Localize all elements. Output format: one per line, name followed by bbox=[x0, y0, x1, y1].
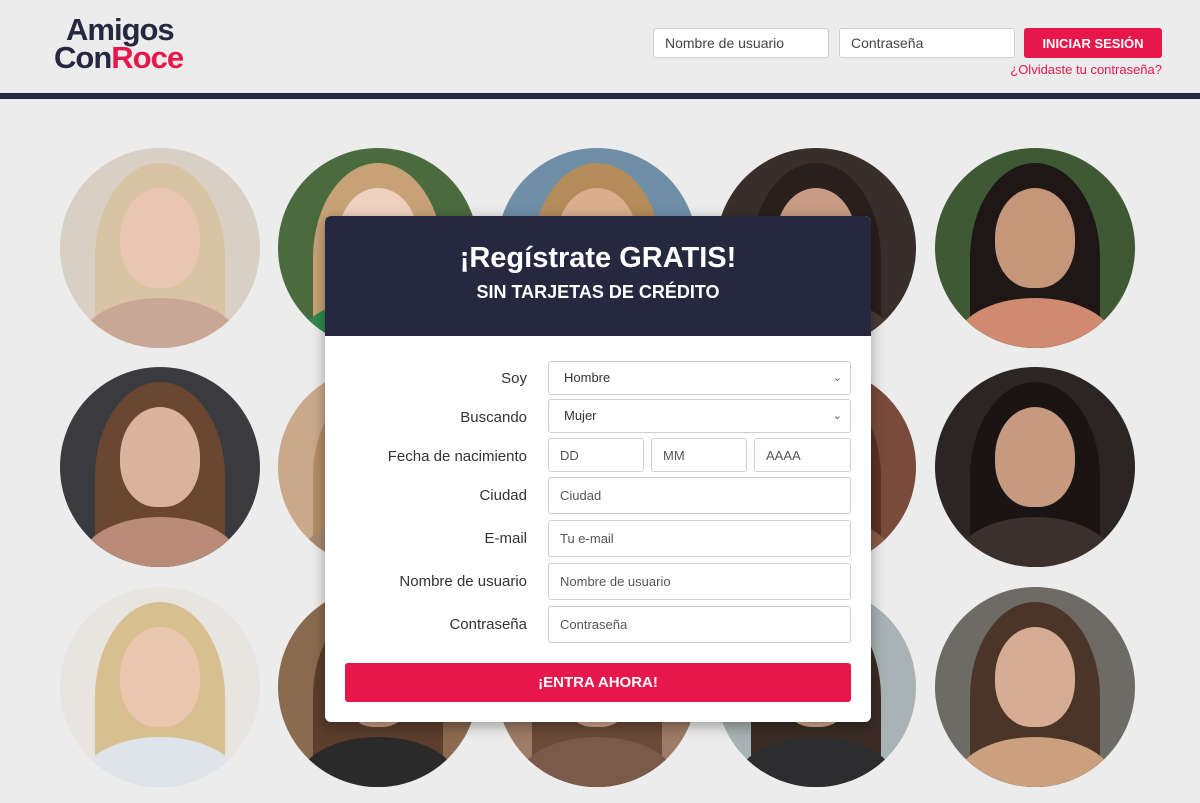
email-input[interactable] bbox=[548, 520, 851, 557]
header-divider bbox=[0, 93, 1200, 99]
password-input[interactable] bbox=[548, 606, 851, 643]
birth-day-input[interactable] bbox=[548, 438, 644, 472]
modal-title: ¡Regístrate GRATIS! bbox=[459, 242, 737, 274]
header-password-input[interactable] bbox=[839, 28, 1015, 58]
login-button[interactable]: INICIAR SESIÓN bbox=[1024, 28, 1162, 58]
gender-select[interactable]: Hombre ⌄ bbox=[548, 361, 851, 395]
seeking-select-value: Mujer bbox=[564, 408, 597, 423]
chevron-down-icon: ⌄ bbox=[832, 410, 842, 422]
birth-month-input[interactable] bbox=[651, 438, 747, 472]
seeking-select[interactable]: Mujer ⌄ bbox=[548, 399, 851, 433]
site-logo[interactable]: Amigos ConRoce bbox=[54, 14, 184, 73]
modal-header: ¡Regístrate GRATIS! SIN TARJETAS DE CRÉD… bbox=[325, 216, 871, 336]
profile-photo bbox=[935, 148, 1135, 348]
label-birthdate: Fecha de nacimiento bbox=[387, 448, 527, 465]
birth-year-input[interactable] bbox=[754, 438, 851, 472]
gender-select-value: Hombre bbox=[564, 370, 611, 385]
profile-photo bbox=[60, 148, 260, 348]
modal-subtitle: SIN TARJETAS DE CRÉDITO bbox=[476, 282, 720, 302]
logo-line-2: ConRoce bbox=[54, 42, 184, 73]
profile-photo bbox=[935, 367, 1135, 567]
profile-photo bbox=[60, 367, 260, 567]
label-username: Nombre de usuario bbox=[399, 573, 527, 590]
logo-con: Con bbox=[54, 40, 112, 75]
logo-roce: Roce bbox=[111, 40, 184, 75]
label-ciudad: Ciudad bbox=[479, 487, 527, 504]
label-email: E-mail bbox=[484, 530, 527, 547]
label-soy: Soy bbox=[501, 370, 527, 387]
chevron-down-icon: ⌄ bbox=[832, 372, 842, 384]
username-input[interactable] bbox=[548, 563, 851, 600]
city-input[interactable] bbox=[548, 477, 851, 514]
forgot-password-link[interactable]: ¿Olvidaste tu contraseña? bbox=[1010, 62, 1162, 77]
label-buscando: Buscando bbox=[460, 409, 527, 426]
register-button[interactable]: ¡ENTRA AHORA! bbox=[345, 663, 851, 702]
registration-modal: ¡Regístrate GRATIS! SIN TARJETAS DE CRÉD… bbox=[325, 216, 871, 722]
header: Amigos ConRoce INICIAR SESIÓN ¿Olvidaste… bbox=[0, 0, 1200, 93]
header-username-input[interactable] bbox=[653, 28, 829, 58]
label-password: Contraseña bbox=[449, 616, 527, 633]
profile-photo bbox=[60, 587, 260, 787]
profile-photo bbox=[935, 587, 1135, 787]
